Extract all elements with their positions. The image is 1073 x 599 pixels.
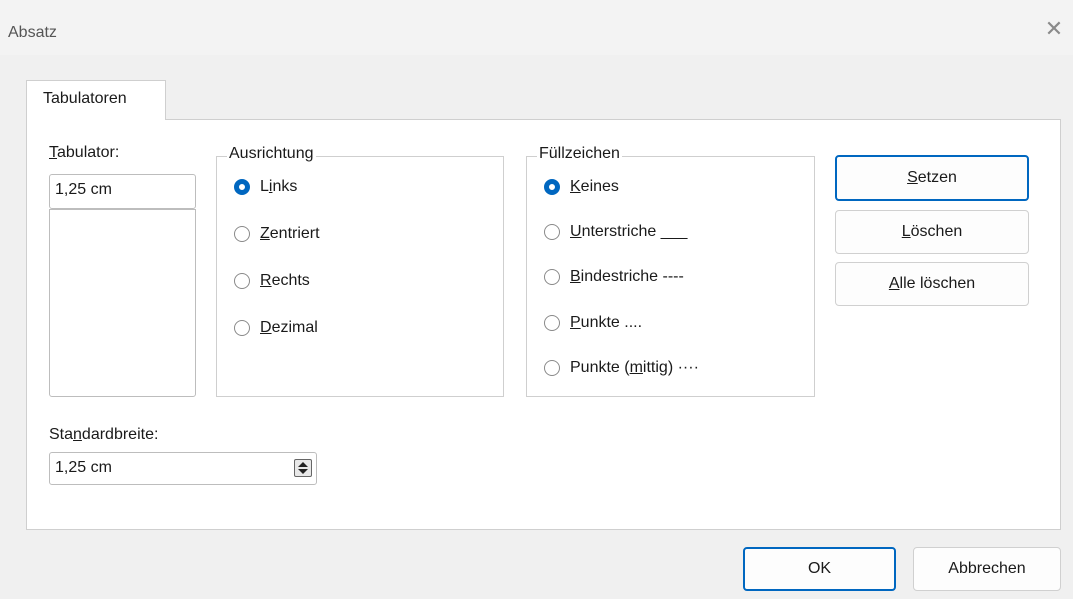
tabulator-list[interactable] xyxy=(49,209,196,397)
button-label: Alle löschen xyxy=(888,275,976,292)
radio-indicator xyxy=(544,360,560,376)
setzen-button[interactable]: Setzen xyxy=(835,155,1029,201)
radio-label: Keines xyxy=(570,178,619,195)
radio-label: Rechts xyxy=(260,272,310,289)
ausrichtung-title: Ausrichtung xyxy=(227,145,316,163)
radio-punkte[interactable]: Punkte .... xyxy=(544,314,642,332)
title-bar: Absatz ✕ xyxy=(0,0,1073,55)
ausrichtung-group: Ausrichtung Links Zentriert Rechts Dezim… xyxy=(216,145,504,397)
loeschen-button[interactable]: Löschen xyxy=(835,210,1029,254)
standardbreite-label: Standardbreite: xyxy=(49,426,159,443)
radio-bindestriche[interactable]: Bindestriche ---- xyxy=(544,268,684,286)
tab-tabulatoren[interactable]: Tabulatoren xyxy=(26,80,166,120)
abbrechen-button[interactable]: Abbrechen xyxy=(913,547,1061,591)
radio-label: Dezimal xyxy=(260,319,318,336)
radio-indicator xyxy=(234,320,250,336)
radio-unterstriche[interactable]: Unterstriche ___ xyxy=(544,223,687,241)
close-icon[interactable]: ✕ xyxy=(1043,18,1065,40)
tabulator-label: Tabulator: xyxy=(49,144,120,161)
button-label: Löschen xyxy=(901,223,963,240)
radio-rechts[interactable]: Rechts xyxy=(234,272,310,290)
radio-label: Punkte .... xyxy=(570,314,643,331)
radio-label: Punkte (mittig) ···· xyxy=(570,359,699,376)
radio-indicator xyxy=(544,315,560,331)
radio-indicator-selected xyxy=(544,179,560,195)
standardbreite-spinbox[interactable]: 1,25 cm xyxy=(49,452,317,485)
spin-arrows-icon[interactable] xyxy=(294,459,312,477)
fuellzeichen-group: Füllzeichen Keines Unterstriche ___ Bind… xyxy=(526,145,815,397)
radio-label: Unterstriche ___ xyxy=(570,223,688,240)
radio-zentriert[interactable]: Zentriert xyxy=(234,225,320,243)
window-title: Absatz xyxy=(8,24,57,41)
radio-label: Zentriert xyxy=(260,225,320,242)
radio-indicator xyxy=(234,226,250,242)
button-label: Setzen xyxy=(907,169,957,186)
radio-punkte-mittig[interactable]: Punkte (mittig) ···· xyxy=(544,359,699,377)
radio-indicator xyxy=(544,224,560,240)
ok-button[interactable]: OK xyxy=(743,547,896,591)
radio-keines[interactable]: Keines xyxy=(544,178,619,196)
standardbreite-value: 1,25 cm xyxy=(55,459,112,476)
alle-loeschen-button[interactable]: Alle löschen xyxy=(835,262,1029,306)
radio-label: Links xyxy=(260,178,298,195)
radio-dezimal[interactable]: Dezimal xyxy=(234,319,318,337)
radio-links[interactable]: Links xyxy=(234,178,297,196)
radio-indicator xyxy=(234,273,250,289)
fuellzeichen-title: Füllzeichen xyxy=(537,145,622,163)
tabulator-input[interactable]: 1,25 cm xyxy=(49,174,196,209)
radio-label: Bindestriche ---- xyxy=(570,268,684,285)
button-label: OK xyxy=(807,560,832,577)
radio-indicator xyxy=(544,269,560,285)
tab-panel: Tabulator: 1,25 cm Ausrichtung Links Zen… xyxy=(26,119,1061,530)
tabulator-value: 1,25 cm xyxy=(55,181,112,198)
radio-indicator-selected xyxy=(234,179,250,195)
button-label: Abbrechen xyxy=(948,560,1026,577)
tab-label: Tabulatoren xyxy=(43,90,127,107)
